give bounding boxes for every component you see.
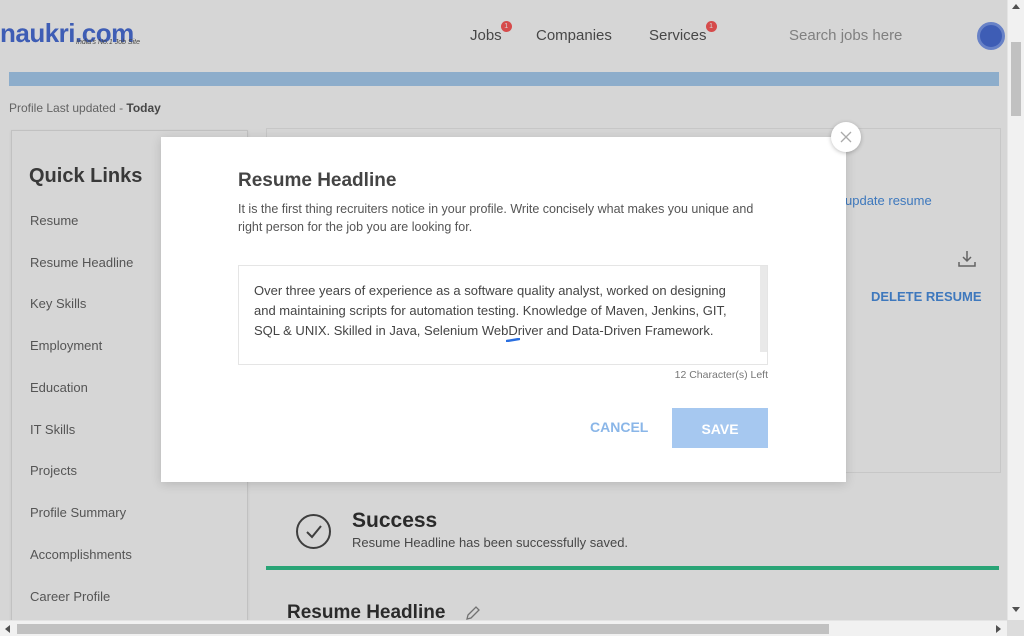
vertical-scrollbar[interactable]: [1007, 0, 1024, 620]
vertical-scroll-thumb[interactable]: [1011, 42, 1021, 116]
characters-left-counter: 12 Character(s) Left: [674, 369, 768, 381]
textarea-scrollbar[interactable]: [760, 266, 767, 352]
horizontal-scrollbar[interactable]: [0, 620, 1007, 636]
close-modal-button[interactable]: [831, 122, 861, 152]
scroll-left-arrow-icon[interactable]: [5, 625, 10, 633]
text-cursor-icon: [506, 338, 520, 342]
close-icon: [840, 131, 852, 143]
scrollbar-corner: [1007, 620, 1024, 636]
scroll-up-arrow-icon[interactable]: [1012, 4, 1020, 9]
scroll-down-arrow-icon[interactable]: [1012, 607, 1020, 612]
horizontal-scroll-thumb[interactable]: [17, 624, 829, 634]
scroll-right-arrow-icon[interactable]: [996, 625, 1001, 633]
resume-headline-modal: Resume Headline It is the first thing re…: [161, 137, 846, 482]
headline-textarea-container: Over three years of experience as a soft…: [238, 265, 768, 365]
modal-description: It is the first thing recruiters notice …: [238, 202, 754, 234]
cancel-button[interactable]: CANCEL: [590, 419, 648, 435]
headline-textarea[interactable]: Over three years of experience as a soft…: [239, 266, 767, 364]
modal-title: Resume Headline: [238, 170, 397, 191]
save-button[interactable]: SAVE: [672, 408, 768, 448]
